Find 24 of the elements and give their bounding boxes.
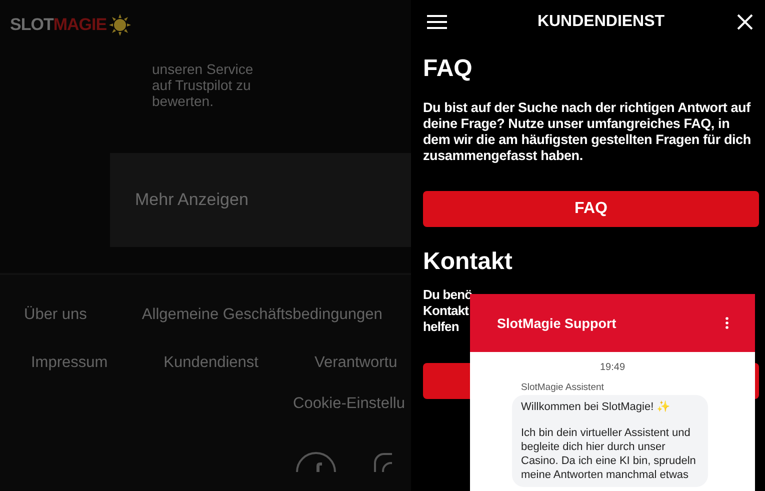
menu-icon[interactable] bbox=[427, 15, 447, 29]
faq-text: Du bist auf der Suche nach der richtigen Antwort auf deine Frage? Nutze unser umfangreiches FAQ, in dem wir die am häufigsten gestellten Fragen für dich zusammengefasst haben. bbox=[423, 100, 752, 164]
panel-title: KUNDENDIENST bbox=[537, 13, 665, 31]
chat-title: SlotMagie Support bbox=[497, 316, 616, 330]
show-more-button[interactable]: Mehr Anzeigen bbox=[110, 153, 411, 247]
message-time: 19:49 bbox=[598, 362, 626, 373]
footer-link[interactable]: Über uns bbox=[24, 305, 87, 325]
message-text: Willkommen bei SlotMagie! ✨ bbox=[521, 400, 672, 414]
footer-link[interactable]: Cookie-Einstellu bbox=[293, 394, 405, 414]
logo[interactable]: SLOTMAGIE bbox=[10, 14, 131, 36]
footer-link[interactable]: Verantwortu bbox=[314, 353, 398, 373]
message-text: Ich bin dein virtueller Assistent und begleite dich hier durch unser Casino. Da ich eine KI bin, sprudeln meine Antworten manchmal etwas bbox=[521, 426, 697, 482]
close-icon[interactable] bbox=[737, 14, 753, 30]
contact-heading: Kontakt bbox=[423, 247, 514, 277]
footer-link[interactable]: Kundendienst bbox=[164, 353, 258, 373]
more-options-icon[interactable] bbox=[725, 317, 729, 329]
trustpilot-text: unseren Service auf Trustpilot zu bewerten. bbox=[152, 61, 254, 109]
sender-name: SlotMagie Assistent bbox=[521, 382, 605, 393]
contact-text: Kontakt bbox=[423, 303, 469, 319]
faq-heading: FAQ bbox=[423, 54, 474, 84]
contact-text: helfen bbox=[423, 319, 459, 335]
footer-link[interactable]: Impressum bbox=[31, 353, 108, 373]
faq-button[interactable]: FAQ bbox=[423, 191, 759, 227]
footer-link[interactable]: Allgemeine Geschäftsbedingungen bbox=[142, 305, 382, 325]
